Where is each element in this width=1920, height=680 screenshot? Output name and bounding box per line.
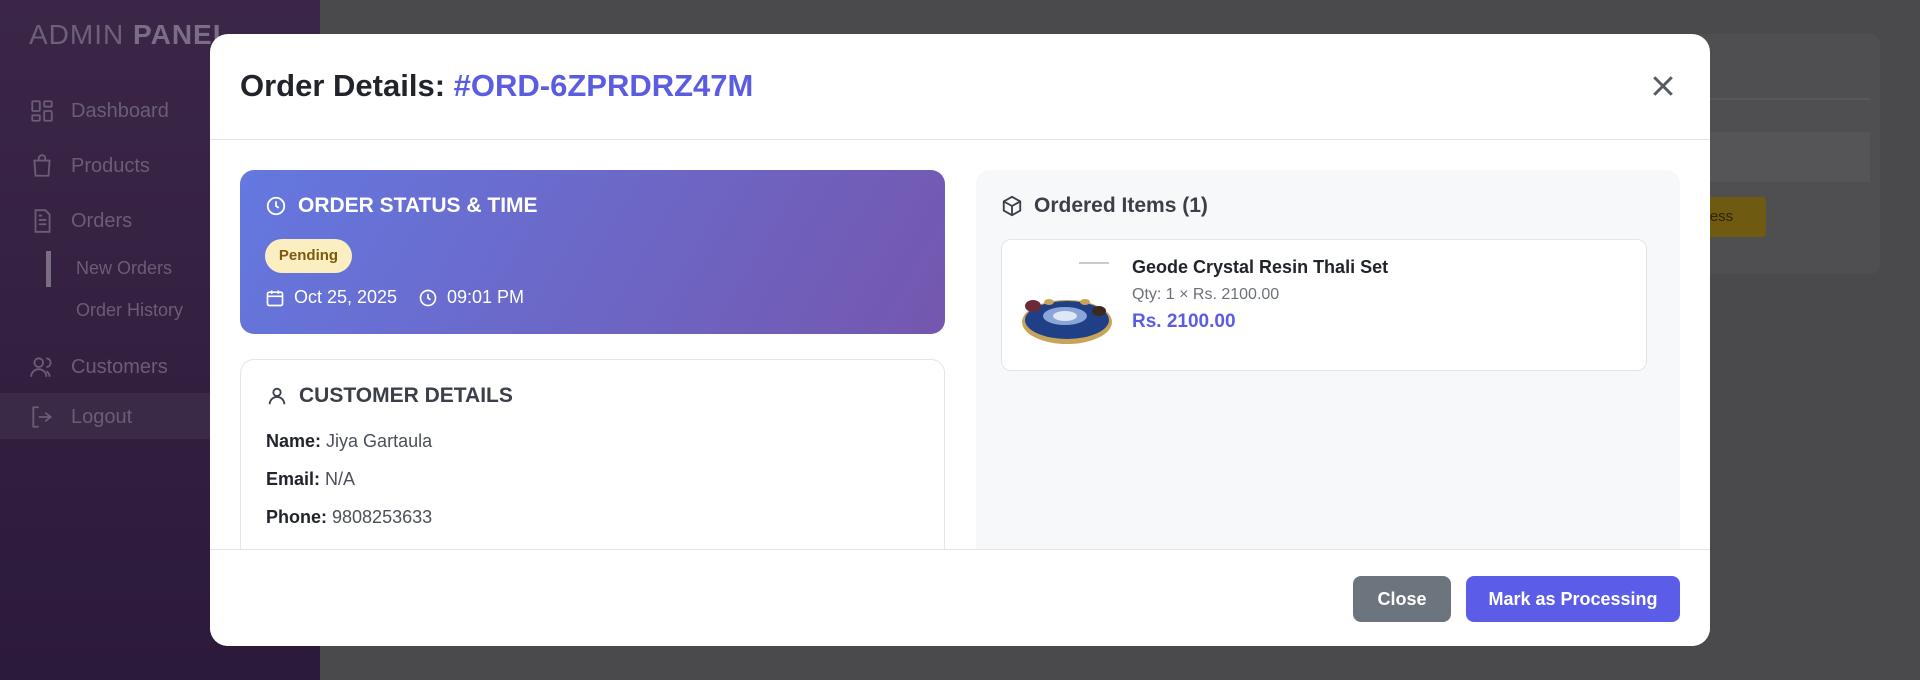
order-date-value: Oct 25, 2025: [294, 287, 398, 307]
customer-details-heading-label: CUSTOMER DETAILS: [299, 384, 513, 407]
modal-title-prefix: Order Details:: [240, 68, 446, 103]
order-time: 09:01 PM: [418, 287, 524, 308]
logout-icon: [32, 406, 53, 428]
order-date: Oct 25, 2025: [265, 287, 397, 308]
modal-title: Order Details: #ORD-6ZPRDRZ47M: [240, 68, 753, 104]
order-status-heading: ORDER STATUS & TIME: [265, 194, 538, 218]
ordered-items-heading-label: Ordered Items (1): [1034, 194, 1208, 217]
calendar-icon: [266, 290, 284, 306]
brand-logo: ADMIN PANEL: [29, 19, 231, 51]
product-thumbnail: [1019, 256, 1115, 352]
brand-light: ADMIN: [29, 19, 125, 50]
clock-icon: [266, 196, 286, 216]
sidebar-item-label: Dashboard: [71, 99, 169, 122]
customer-name: Name: Jiya Gartaula: [266, 431, 432, 452]
customer-phone-label: Phone:: [266, 507, 327, 527]
close-button[interactable]: Close: [1353, 576, 1451, 622]
order-time-value: 09:01 PM: [447, 287, 525, 307]
sidebar-subitem-order-history[interactable]: Order History: [76, 300, 183, 321]
status-badge: Pending: [265, 239, 352, 273]
sidebar-item-logout[interactable]: Logout: [29, 404, 132, 430]
users-icon: [30, 357, 52, 377]
active-indicator: [46, 251, 51, 287]
document-icon: [34, 209, 51, 233]
customer-name-value: Jiya Gartaula: [326, 431, 433, 451]
customer-name-label: Name:: [266, 431, 322, 451]
sidebar-item-dashboard[interactable]: Dashboard: [29, 98, 169, 124]
customer-details-heading: CUSTOMER DETAILS: [266, 384, 513, 408]
sidebar-item-label: Logout: [71, 405, 133, 428]
mark-as-processing-button[interactable]: Mark as Processing: [1466, 576, 1680, 622]
item-quantity: Qty: 1 × Rs. 2100.00: [1132, 286, 1280, 303]
customer-phone: Phone: 9808253633: [266, 507, 432, 528]
modal-footer: Close Mark as Processing: [210, 549, 1710, 646]
ordered-items-panel: Ordered Items (1) Geode Crystal Resin Th…: [976, 170, 1680, 590]
background-table-row: [1690, 132, 1870, 182]
order-id: #ORD-6ZPRDRZ47M: [453, 68, 754, 103]
clock-icon: [419, 289, 437, 306]
item-name: Geode Crystal Resin Thali Set: [1132, 257, 1389, 277]
package-icon: [1002, 195, 1022, 217]
sidebar-item-label: Customers: [71, 355, 168, 378]
sidebar-item-customers[interactable]: Customers: [29, 354, 168, 380]
modal-header: Order Details: #ORD-6ZPRDRZ47M: [210, 34, 1710, 140]
customer-email-label: Email:: [266, 469, 321, 489]
sidebar-item-label: Orders: [71, 209, 133, 232]
sidebar-item-products[interactable]: Products: [29, 153, 150, 179]
close-icon[interactable]: [1648, 71, 1678, 101]
bag-icon: [33, 154, 51, 177]
customer-email: Email: N/A: [266, 469, 355, 490]
item-total: Rs. 2100.00: [1132, 311, 1236, 332]
order-status-card: ORDER STATUS & TIME Pending Oct 25, 2025…: [240, 170, 945, 334]
order-status-heading-label: ORDER STATUS & TIME: [298, 194, 538, 217]
sidebar-item-label: Products: [71, 154, 150, 177]
customer-email-value: N/A: [325, 469, 356, 489]
sidebar-subitem-new-orders[interactable]: New Orders: [76, 258, 172, 279]
order-item[interactable]: Geode Crystal Resin Thali Set Qty: 1 × R…: [1001, 239, 1647, 371]
user-icon: [268, 387, 286, 405]
grid-icon: [31, 100, 53, 122]
customer-phone-value: 9808253633: [332, 507, 433, 527]
sidebar-item-orders[interactable]: Orders: [29, 208, 132, 234]
order-details-modal: Order Details: #ORD-6ZPRDRZ47M ORDER STA…: [210, 34, 1710, 646]
background-divider: [1690, 98, 1870, 100]
ordered-items-heading: Ordered Items (1): [1001, 194, 1208, 218]
